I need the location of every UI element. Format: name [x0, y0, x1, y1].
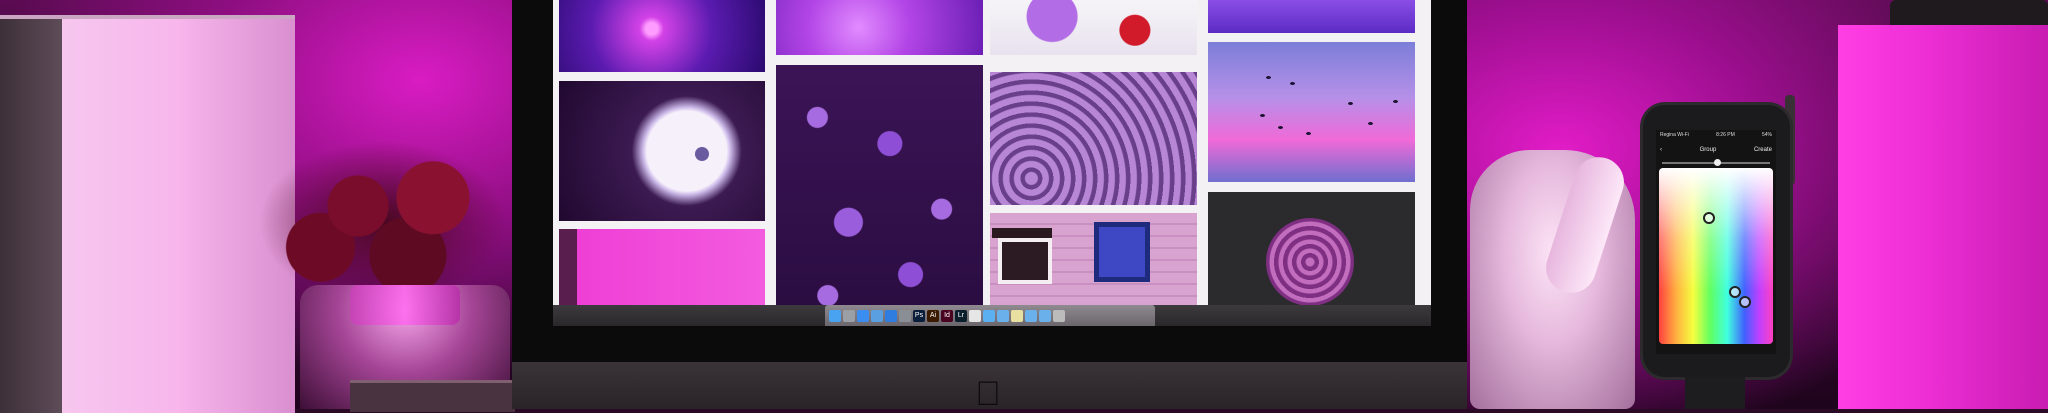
- left-cabinet: [0, 15, 295, 413]
- color-picker[interactable]: [1659, 168, 1773, 344]
- house-window: [998, 238, 1052, 284]
- indesign-icon[interactable]: Id: [941, 309, 953, 322]
- notes-icon[interactable]: [1011, 309, 1023, 322]
- dahlia-flower: [1266, 218, 1354, 306]
- mail-icon[interactable]: [871, 309, 883, 322]
- bird: [1393, 100, 1398, 103]
- photo-tile-water[interactable]: [1208, 0, 1415, 33]
- lightroom-icon[interactable]: Lr: [955, 309, 967, 322]
- photoshop-icon[interactable]: Ps: [913, 309, 925, 322]
- color-pin[interactable]: [1739, 296, 1751, 308]
- phone-status-bar: Regina Wi-Fi 8:26 PM 54%: [1656, 130, 1776, 142]
- bird: [1260, 114, 1265, 117]
- imac-screen: [553, 0, 1431, 326]
- phone-stand: [1685, 377, 1745, 409]
- chrome-icon[interactable]: [969, 309, 981, 322]
- launchpad-icon[interactable]: [843, 309, 855, 322]
- folder-icon[interactable]: [1039, 309, 1051, 322]
- cloud-icon[interactable]: [983, 309, 995, 322]
- photo-tile-purple-flowers[interactable]: [776, 0, 983, 55]
- color-pin[interactable]: [1729, 286, 1741, 298]
- macos-dock: Ps Ai Id Lr: [825, 305, 1155, 326]
- daisy-center: [695, 147, 709, 161]
- phone-screen: Regina Wi-Fi 8:26 PM 54% ‹ Group Create: [1656, 130, 1776, 354]
- app-store-icon[interactable]: [885, 309, 897, 322]
- carrier-label: Regina Wi-Fi: [1660, 132, 1689, 138]
- cabinet-side: [0, 19, 62, 413]
- illustrator-icon[interactable]: Ai: [927, 309, 939, 322]
- photo-tile-allium-field[interactable]: [990, 72, 1197, 205]
- right-cabinet: [1838, 25, 2048, 409]
- slider-knob[interactable]: [1714, 159, 1721, 166]
- rose-bouquet: [258, 140, 508, 305]
- create-button[interactable]: Create: [1754, 147, 1772, 153]
- folder-icon[interactable]: [997, 309, 1009, 322]
- bird: [1368, 122, 1373, 125]
- finder-icon[interactable]: [829, 309, 841, 322]
- photo-tile-birds-sunset[interactable]: [1208, 42, 1415, 182]
- bird: [1290, 82, 1295, 85]
- photo-tile-daisy[interactable]: [559, 81, 765, 221]
- folder-icon[interactable]: [1025, 309, 1037, 322]
- safari-icon[interactable]: [857, 309, 869, 322]
- back-button[interactable]: ‹: [1660, 147, 1662, 153]
- bird: [1278, 126, 1283, 129]
- book: [350, 380, 515, 412]
- apple-logo-icon: : [968, 377, 1008, 411]
- color-pin[interactable]: [1703, 212, 1715, 224]
- glass-ornament: [350, 285, 460, 325]
- photo-tile-balloons[interactable]: [990, 0, 1197, 55]
- house-window-blue: [1094, 222, 1150, 282]
- app-title: Group: [1699, 147, 1717, 153]
- bird: [1348, 102, 1353, 105]
- system-icon[interactable]: [899, 309, 911, 322]
- battery-label: 54%: [1761, 132, 1772, 138]
- bird: [1306, 132, 1311, 135]
- awning: [992, 228, 1052, 238]
- photo-tile-fiber-optic[interactable]: [559, 0, 765, 72]
- trash-icon[interactable]: [1053, 309, 1065, 322]
- time-label: 8:26 PM: [1716, 132, 1735, 138]
- phone-app-bar: ‹ Group Create: [1656, 142, 1776, 158]
- photo-tile-phlox[interactable]: [776, 65, 983, 326]
- bird: [1266, 76, 1271, 79]
